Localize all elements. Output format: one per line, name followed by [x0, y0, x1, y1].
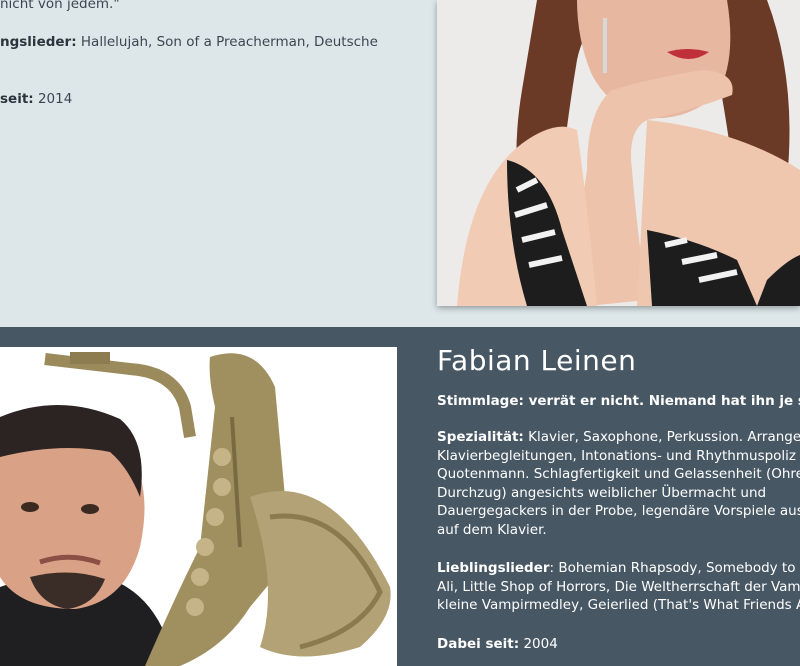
member-since-label: Dabei seit: [437, 636, 520, 652]
member-since-row: seit: 2014 [0, 91, 72, 107]
specialty-line: Durchzug) angesichts weiblicher Übermach… [437, 484, 767, 501]
portrait-saxophone-image [0, 347, 397, 666]
favorite-songs-line: Ali, Little Shop of Horrors, Die Welther… [437, 578, 800, 595]
favorite-songs-row: ngslieder: Hallelujah, Son of a Preacher… [0, 34, 378, 50]
specialty-block: Spezialität: Klavier, Saxophone, Perkuss… [437, 428, 800, 539]
member-since-value: 2014 [37, 91, 73, 107]
specialty-line: Spezialität: Klavier, Saxophone, Perkuss… [437, 429, 800, 445]
specialty-line: Dauergegackers in der Probe, legendäre V… [437, 503, 800, 519]
favorite-songs-value: Hallelujah, Son of a Preacherman, Deutsc… [80, 34, 378, 50]
specialty-line: auf dem Klavier. [437, 521, 547, 538]
member-since-row: Dabei seit: 2004 [437, 635, 800, 654]
favorite-songs-line: kleine Vampirmedley, Geierlied (That's W… [437, 597, 800, 613]
member-section-previous: nicht von jedem." ngslieder: Hallelujah,… [0, 0, 800, 327]
voice-text: Stimmlage: verrät er nicht. Niemand hat … [437, 393, 800, 409]
portrait-woman-image [437, 0, 800, 306]
member-since-value: 2004 [523, 636, 558, 652]
favorite-songs-label: Lieblingslieder [437, 560, 550, 576]
favorite-songs-line: Lieblingslieder: Bohemian Rhapsody, Some… [437, 560, 800, 576]
member-photo-woman [437, 0, 800, 306]
favorite-songs-block: Lieblingslieder: Bohemian Rhapsody, Some… [437, 559, 800, 615]
specialty-line: Quotenmann. Schlagfertigkeit und Gelasse… [437, 466, 800, 482]
favorite-songs-label: ngslieder: [0, 34, 77, 50]
specialty-label: Spezialität: [437, 429, 524, 445]
member-photo-fabian [0, 347, 397, 666]
voice-row: Stimmlage: verrät er nicht. Niemand hat … [437, 392, 800, 411]
member-name: Fabian Leinen [437, 344, 637, 377]
quote-text: nicht von jedem." [0, 0, 120, 12]
specialty-line: Klavierbegleitungen, Intonations- und Rh… [437, 447, 797, 464]
member-since-label: seit: [0, 91, 34, 107]
